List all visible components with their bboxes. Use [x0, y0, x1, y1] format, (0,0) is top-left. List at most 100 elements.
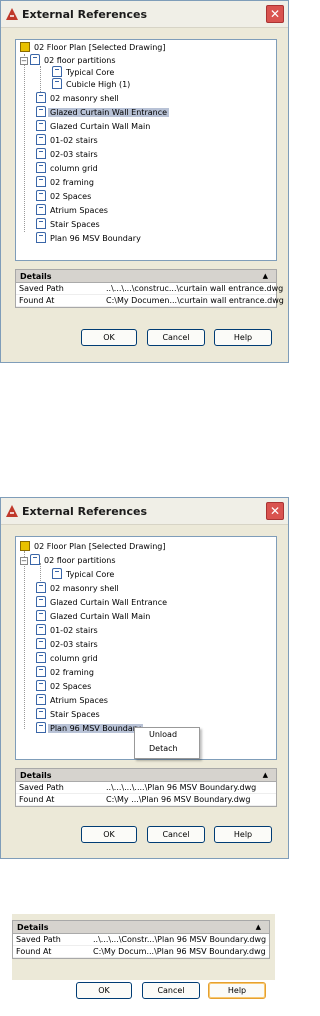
tree-node[interactable]: 02 framing — [36, 666, 96, 678]
close-icon: ✕ — [269, 7, 281, 21]
xref-icon — [30, 54, 40, 65]
tree-node[interactable]: −02 floor partitions — [20, 54, 118, 66]
collapse-up-icon[interactable]: ▲ — [263, 769, 268, 782]
xref-icon — [52, 78, 62, 89]
details-row: Found At C:\My Documen...\curtain wall e… — [16, 295, 284, 307]
tree-node[interactable]: 02 framing — [36, 176, 96, 188]
help-button[interactable]: Help — [208, 982, 266, 999]
xref-icon — [36, 624, 46, 635]
xref-icon — [36, 134, 46, 145]
details-row: Saved Path ..\...\...\....\Plan 96 MSV B… — [16, 782, 276, 794]
tree-node[interactable]: Cubicle High (1) — [52, 78, 132, 90]
details-panel: Details ▲ Saved Path ..\...\...\....\Pla… — [15, 768, 277, 807]
collapse-icon[interactable]: − — [20, 57, 28, 65]
details-panel: Details ▲ Saved Path ..\...\...\construc… — [15, 269, 284, 308]
xref-icon — [36, 582, 46, 593]
xref-icon — [36, 92, 46, 103]
help-button[interactable]: Help — [214, 329, 272, 346]
details-row: Found At C:\My Docum...\Plan 96 MSV Boun… — [13, 946, 269, 958]
autocad-app-icon — [6, 8, 18, 20]
details-header[interactable]: Details ▲ — [16, 769, 276, 782]
details-row: Saved Path ..\...\...\construc...\curtai… — [16, 283, 283, 295]
tree-node[interactable]: 02 Spaces — [36, 190, 93, 202]
details-header[interactable]: Details ▲ — [16, 270, 276, 283]
xref-icon — [52, 568, 62, 579]
tree-node[interactable]: −02 floor partitions — [20, 554, 118, 566]
cancel-button[interactable]: Cancel — [142, 982, 200, 999]
xref-icon — [36, 120, 46, 131]
tree-node[interactable]: Typical Core — [52, 568, 116, 580]
tree-node[interactable]: 01-02 stairs — [36, 134, 100, 146]
xref-icon — [36, 680, 46, 691]
tree-node[interactable]: 02 Floor Plan [Selected Drawing] — [20, 541, 167, 553]
autocad-app-icon — [6, 505, 18, 517]
details-crop-panel: Details ▲ Saved Path ..\...\...\Constr..… — [12, 914, 275, 980]
ok-button[interactable]: OK — [76, 982, 132, 999]
tree-node[interactable]: 02 masonry shell — [36, 92, 121, 104]
tree-node[interactable]: Glazed Curtain Wall Main — [36, 610, 152, 622]
collapse-up-icon[interactable]: ▲ — [256, 921, 261, 934]
details-panel: Details ▲ Saved Path ..\...\...\Constr..… — [12, 920, 270, 959]
collapse-up-icon[interactable]: ▲ — [263, 270, 268, 283]
tree-node[interactable]: Stair Spaces — [36, 218, 102, 230]
xref-icon — [36, 638, 46, 649]
close-button[interactable]: ✕ — [266, 502, 284, 520]
title-bar[interactable]: External References ✕ — [1, 1, 288, 28]
tree-node[interactable]: 02 Floor Plan [Selected Drawing] — [20, 42, 167, 54]
context-menu: Unload Detach — [134, 727, 200, 759]
xref-icon — [36, 722, 46, 733]
xref-icon — [36, 652, 46, 663]
xref-icon — [36, 106, 46, 117]
tree-node[interactable]: 01-02 stairs — [36, 624, 100, 636]
xref-icon — [30, 554, 40, 565]
tree-node[interactable]: Atrium Spaces — [36, 204, 110, 216]
xref-icon — [36, 596, 46, 607]
xref-icon — [36, 162, 46, 173]
close-icon: ✕ — [269, 504, 281, 518]
external-references-dialog: External References ✕ 02 Floor Plan [Sel… — [0, 0, 289, 363]
tree-node[interactable]: Typical Core — [52, 66, 116, 78]
close-button[interactable]: ✕ — [266, 5, 284, 23]
tree-node[interactable]: Glazed Curtain Wall Entrance — [36, 596, 169, 608]
details-row: Saved Path ..\...\...\Constr...\Plan 96 … — [13, 934, 269, 946]
tree-node[interactable]: Stair Spaces — [36, 708, 102, 720]
collapse-icon[interactable]: − — [20, 557, 28, 565]
cancel-button[interactable]: Cancel — [147, 329, 205, 346]
tree-node[interactable]: column grid — [36, 162, 100, 174]
tree-node[interactable]: 02 masonry shell — [36, 582, 121, 594]
tree-node-selected[interactable]: Plan 96 MSV Boundary — [36, 722, 143, 734]
menu-item-unload[interactable]: Unload — [135, 728, 199, 742]
details-header[interactable]: Details ▲ — [13, 921, 269, 934]
xref-icon — [36, 190, 46, 201]
xref-tree[interactable]: 02 Floor Plan [Selected Drawing] −02 flo… — [15, 536, 277, 760]
xref-icon — [52, 66, 62, 77]
xref-icon — [36, 708, 46, 719]
dialog-title: External References — [22, 505, 148, 518]
tree-node[interactable]: column grid — [36, 652, 100, 664]
ok-button[interactable]: OK — [81, 329, 137, 346]
cancel-button[interactable]: Cancel — [147, 826, 205, 843]
menu-item-detach[interactable]: Detach — [135, 742, 199, 756]
help-button[interactable]: Help — [214, 826, 272, 843]
drawing-root-icon — [20, 42, 30, 52]
xref-icon — [36, 204, 46, 215]
xref-icon — [36, 232, 46, 243]
xref-tree[interactable]: 02 Floor Plan [Selected Drawing] −02 flo… — [15, 39, 277, 261]
tree-node[interactable]: Plan 96 MSV Boundary — [36, 232, 143, 244]
ok-button[interactable]: OK — [81, 826, 137, 843]
xref-icon — [36, 610, 46, 621]
xref-icon — [36, 666, 46, 677]
tree-node[interactable]: Glazed Curtain Wall Main — [36, 120, 152, 132]
xref-icon — [36, 694, 46, 705]
drawing-root-icon — [20, 541, 30, 551]
tree-node[interactable]: Atrium Spaces — [36, 694, 110, 706]
tree-node[interactable]: 02-03 stairs — [36, 638, 100, 650]
xref-icon — [36, 176, 46, 187]
xref-icon — [36, 148, 46, 159]
title-bar[interactable]: External References ✕ — [1, 498, 288, 525]
tree-node-selected[interactable]: Glazed Curtain Wall Entrance — [36, 106, 170, 118]
tree-node[interactable]: 02-03 stairs — [36, 148, 100, 160]
tree-node[interactable]: 02 Spaces — [36, 680, 93, 692]
dialog-title: External References — [22, 8, 148, 21]
external-references-dialog: External References ✕ 02 Floor Plan [Sel… — [0, 497, 289, 859]
